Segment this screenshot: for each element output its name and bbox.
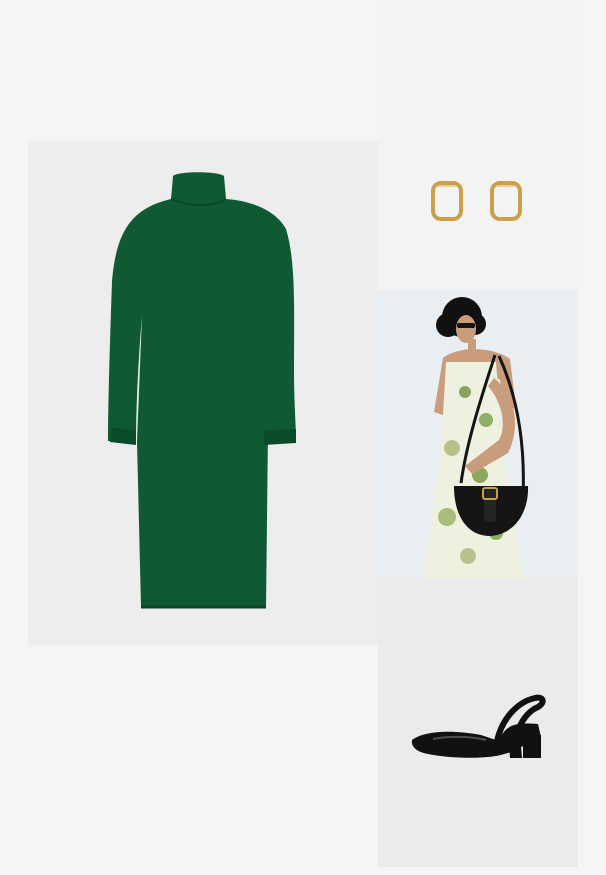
outfit-collage — [0, 0, 606, 875]
slingback-shoe-image — [378, 578, 578, 867]
model-with-crossbody-bag-tile[interactable] — [378, 290, 578, 578]
green-knit-dress-tile[interactable] — [28, 141, 378, 645]
dress-image — [28, 141, 378, 645]
earrings-image — [378, 0, 578, 290]
gold-hoop-earrings-tile[interactable] — [378, 0, 578, 290]
black-patent-slingback-tile[interactable] — [378, 578, 578, 867]
model-with-bag-image — [378, 290, 578, 578]
